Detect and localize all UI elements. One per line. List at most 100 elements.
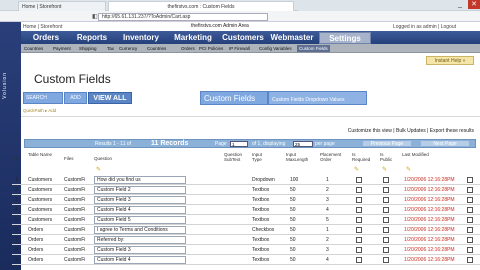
required-checkbox[interactable] — [356, 217, 362, 223]
col-input-type[interactable]: Input Type — [252, 152, 270, 162]
question-input[interactable]: I agree to Terms and Conditions — [94, 226, 186, 234]
instant-help-button[interactable]: Instant Help » — [426, 56, 474, 65]
add-button[interactable]: ADD — [64, 92, 87, 104]
col-table-name[interactable]: Table Name — [28, 152, 54, 157]
question-input[interactable]: Custom Field 4 — [94, 206, 186, 214]
required-checkbox[interactable] — [356, 187, 362, 193]
col-placement-order[interactable]: Placement Order — [320, 152, 348, 162]
row-select-checkbox[interactable] — [467, 257, 473, 263]
table-row[interactable]: 2 Customers CustomFi Custom Field 2 Textbox 5… — [12, 185, 480, 195]
filter-pencil-icon[interactable]: ✎ — [96, 166, 101, 173]
view-all-button[interactable]: VIEW ALL — [88, 92, 132, 104]
cell-input-type: Textbox — [252, 217, 270, 223]
customize-links[interactable]: Customize this view | Bulk Updates | Exp… — [348, 128, 474, 134]
filter-pencil-icon[interactable]: ✎ — [382, 166, 387, 173]
per-page-select[interactable]: 25 — [293, 141, 313, 147]
col-files[interactable]: Files — [64, 156, 74, 161]
public-checkbox[interactable] — [383, 197, 389, 203]
col-question[interactable]: Question — [94, 156, 112, 161]
required-checkbox[interactable] — [356, 237, 362, 243]
table-row[interactable]: 1 Customers CustomFi How did you find us Dro… — [12, 175, 480, 185]
next-page-button[interactable]: Next Page — [420, 140, 470, 147]
page-number-input[interactable]: 1 — [230, 141, 248, 147]
address-input[interactable]: http://65.61.131.237/?ToAdmin/Cart.asp — [98, 13, 268, 21]
row-select-checkbox[interactable] — [467, 247, 473, 253]
subnav-config-variables[interactable]: Config Variables — [257, 45, 294, 52]
subnav-tax[interactable]: Tax — [105, 45, 116, 52]
subnav-shipping[interactable]: Shipping — [77, 45, 99, 52]
public-checkbox[interactable] — [383, 217, 389, 223]
required-checkbox[interactable] — [356, 207, 362, 213]
tab-custom-fields[interactable]: Custom Fields — [200, 91, 268, 105]
cell-maxlength: 50 — [290, 227, 296, 233]
public-checkbox[interactable] — [383, 177, 389, 183]
table-row[interactable]: 3 Customers CustomFi Custom Field 3 Textbox 5… — [12, 195, 480, 205]
subnav-currency[interactable]: Currency — [117, 45, 139, 52]
question-input[interactable]: How did you find us — [94, 176, 186, 184]
col-input-maxlength[interactable]: Input MaxLength — [286, 152, 314, 162]
nav-inventory[interactable]: Inventory — [117, 32, 165, 44]
public-checkbox[interactable] — [383, 227, 389, 233]
nav-webmaster[interactable]: Webmaster — [269, 32, 315, 44]
row-select-checkbox[interactable] — [467, 187, 473, 193]
close-window-button[interactable]: ✕ — [468, 0, 480, 9]
required-checkbox[interactable] — [356, 227, 362, 233]
search-button[interactable]: SEARCH — [23, 92, 63, 104]
table-row[interactable]: 5 Customers CustomFi Custom Field 5 Textbox 5… — [12, 215, 480, 225]
tab-dropdown-values[interactable]: Custom Fields Dropdown Values — [268, 91, 367, 105]
col-question-subtext[interactable]: Question SubText — [224, 152, 250, 162]
subnav-countries[interactable]: Countries — [145, 45, 168, 52]
question-input[interactable]: Referred by: — [94, 236, 186, 244]
filter-pencil-icon[interactable]: ✎ — [406, 166, 411, 173]
public-checkbox[interactable] — [383, 257, 389, 263]
col-is-required[interactable]: Is Required — [352, 152, 372, 162]
public-checkbox[interactable] — [383, 247, 389, 253]
row-select-checkbox[interactable] — [467, 177, 473, 183]
row-select-checkbox[interactable] — [467, 197, 473, 203]
nav-customers[interactable]: Customers — [221, 32, 265, 44]
row-select-checkbox[interactable] — [467, 237, 473, 243]
subnav-countries[interactable]: Countries — [22, 45, 45, 52]
required-checkbox[interactable] — [356, 197, 362, 203]
question-input[interactable]: Custom Field 3 — [94, 196, 186, 204]
store-links[interactable]: Home | Storefront — [23, 24, 62, 30]
browser-tab-empty[interactable] — [298, 1, 400, 11]
nav-orders[interactable]: Orders — [25, 32, 67, 44]
table-row[interactable]: 4 Customers CustomFi Custom Field 4 Textbox 5… — [12, 205, 480, 215]
col-is-public[interactable]: Is Public — [380, 152, 396, 162]
subnav-ip-firewall[interactable]: IP Firewall — [227, 45, 252, 52]
nav-reports[interactable]: Reports — [71, 32, 113, 44]
required-checkbox[interactable] — [356, 257, 362, 263]
public-checkbox[interactable] — [383, 187, 389, 193]
table-row[interactable]: 9 Orders CustomFi Custom Field 4 Textbox 50 4 1… — [12, 255, 480, 265]
row-select-checkbox[interactable] — [467, 217, 473, 223]
subnav-orders[interactable]: Orders — [179, 45, 197, 52]
browser-tab-custom-fields[interactable]: thefirstvs.com : Custom Fields — [108, 1, 294, 11]
question-input[interactable]: Custom Field 5 — [94, 216, 186, 224]
filter-pencil-icon[interactable]: ✎ — [354, 166, 359, 173]
question-input[interactable]: Custom Field 4 — [94, 256, 186, 264]
public-checkbox[interactable] — [383, 207, 389, 213]
table-row[interactable]: 6 Orders CustomFi I agree to Terms and Cond… — [12, 225, 480, 235]
subnav-custom-fields[interactable]: Custom Fields — [297, 45, 330, 52]
nav-settings[interactable]: Settings — [319, 32, 371, 44]
table-row[interactable]: 8 Orders CustomFi Custom Field 3 Textbox 50 3 1… — [12, 245, 480, 255]
account-links[interactable]: Logged in as admin | Logout — [393, 24, 456, 30]
quickpath[interactable]: QuickPath ▸ Add — [23, 108, 56, 114]
previous-page-button[interactable]: Previous Page — [362, 140, 412, 147]
minimize-button[interactable]: _ — [454, 0, 466, 9]
question-input[interactable]: Custom Field 3 — [94, 246, 186, 254]
row-select-checkbox[interactable] — [467, 227, 473, 233]
browser-tab-storefront[interactable]: Home | Storefront — [18, 1, 106, 11]
question-input[interactable]: Custom Field 2 — [94, 186, 186, 194]
required-checkbox[interactable] — [356, 247, 362, 253]
public-checkbox[interactable] — [383, 237, 389, 243]
row-select-checkbox[interactable] — [467, 207, 473, 213]
subnav-payment[interactable]: Payment — [51, 45, 73, 52]
nav-marketing[interactable]: Marketing — [169, 32, 217, 44]
subnav-pci-policies[interactable]: PCI Policies — [197, 45, 225, 52]
required-checkbox[interactable] — [356, 177, 362, 183]
table-row[interactable]: 7 Orders CustomFi Referred by: Textbox 50 2 1/2… — [12, 235, 480, 245]
col-id[interactable]: ID — [14, 156, 19, 161]
col-last-modified[interactable]: Last Modified — [402, 152, 432, 157]
